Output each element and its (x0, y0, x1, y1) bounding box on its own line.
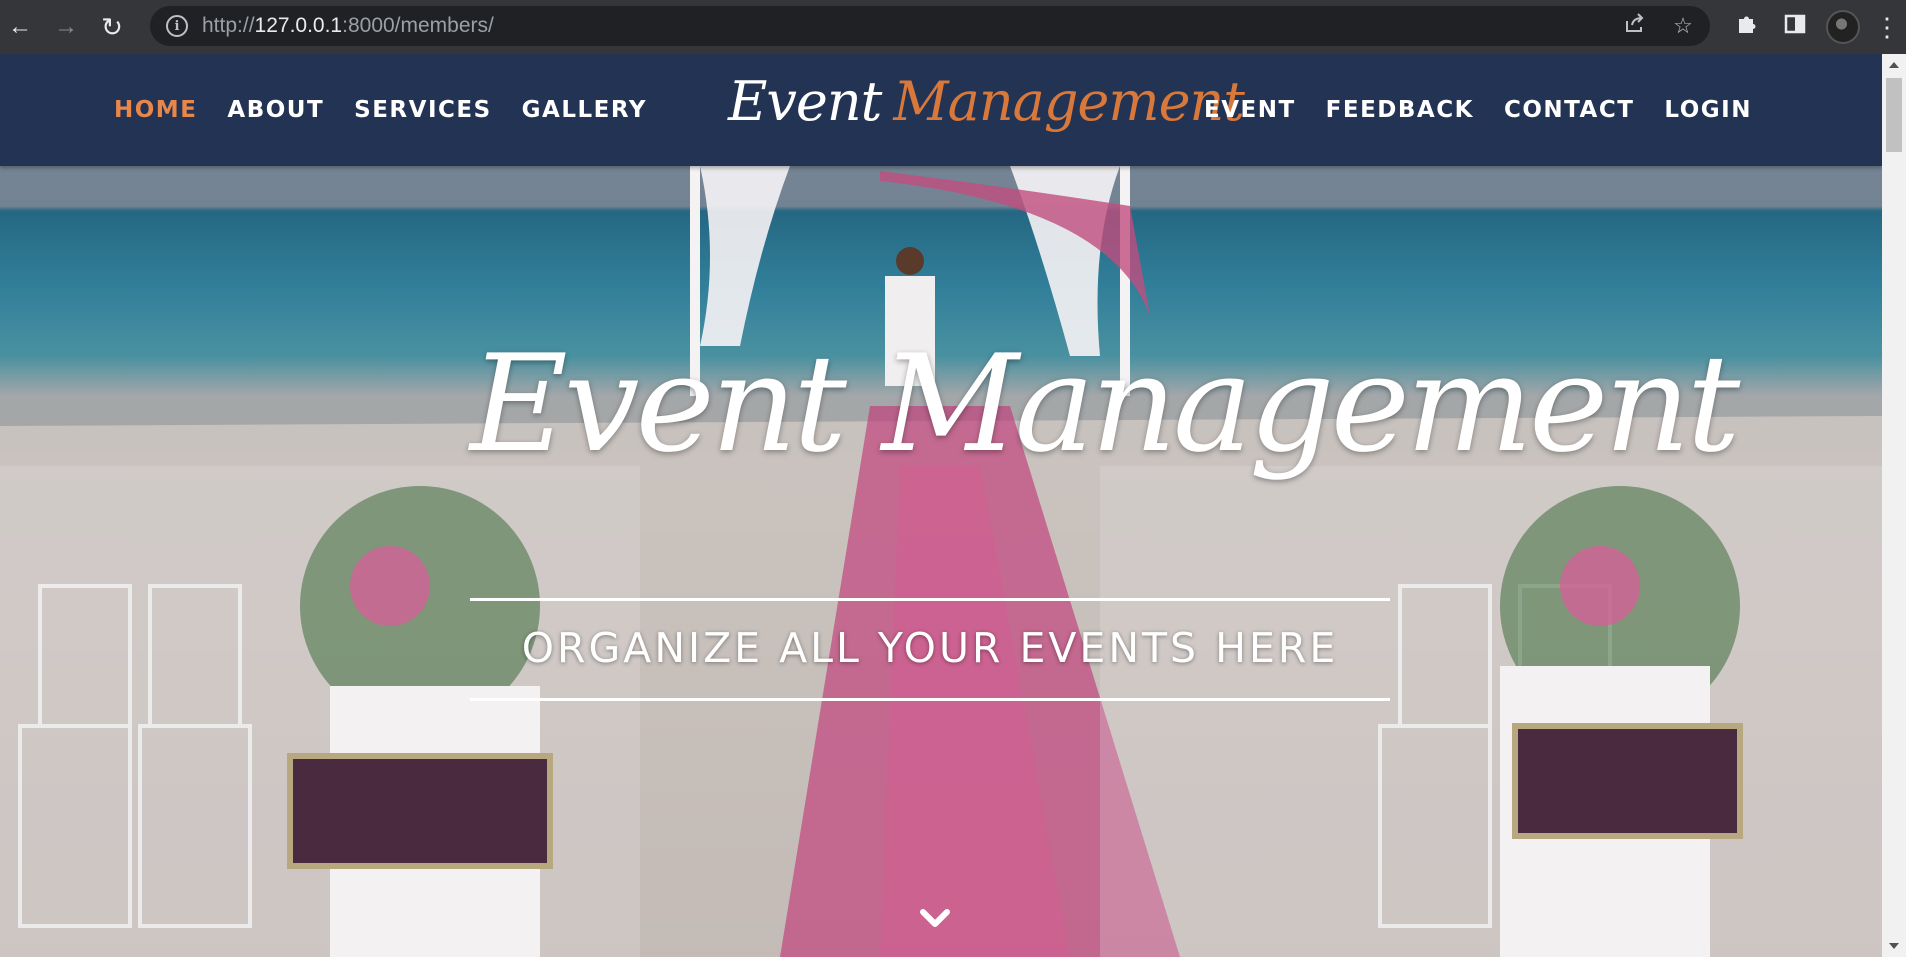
info-icon[interactable]: i (166, 15, 188, 37)
hero-title: Event Management (470, 326, 1740, 482)
url-text[interactable]: http://127.0.0.1:8000/members/ (202, 14, 494, 38)
hero-content: Event Management ORGANIZE ALL YOUR EVENT… (0, 166, 1882, 957)
hero-subtitle: ORGANIZE ALL YOUR EVENTS HERE (521, 624, 1339, 672)
nav-home[interactable]: HOME (114, 97, 197, 123)
side-panel-icon[interactable] (1778, 13, 1812, 42)
hero-divider-bottom (470, 698, 1390, 701)
nav-menu-right: EVENT FEEDBACK CONTACT LOGIN (1204, 54, 1752, 166)
page-scrollbar[interactable] (1882, 54, 1906, 957)
back-arrow-icon[interactable]: ← (0, 7, 40, 47)
url-scheme: http:// (202, 14, 255, 37)
logo-text-event: Event (728, 70, 882, 133)
nav-about[interactable]: ABOUT (227, 97, 324, 123)
scroll-down-icon[interactable] (1889, 943, 1899, 949)
url-path: :8000/members/ (342, 14, 494, 37)
nav-login[interactable]: LOGIN (1664, 97, 1752, 123)
browser-toolbar: ← → ↻ i http://127.0.0.1:8000/members/ ☆… (0, 0, 1906, 54)
hero-banner: Event Management ORGANIZE ALL YOUR EVENT… (0, 166, 1882, 957)
nav-feedback[interactable]: FEEDBACK (1326, 97, 1474, 123)
chevron-down-icon[interactable] (913, 904, 957, 934)
nav-contact[interactable]: CONTACT (1504, 97, 1634, 123)
reload-icon[interactable]: ↻ (92, 7, 132, 47)
share-icon[interactable] (1622, 12, 1648, 40)
site-header: HOME ABOUT SERVICES GALLERY Event Manage… (0, 54, 1882, 166)
forward-arrow-icon[interactable]: → (46, 7, 86, 47)
scroll-thumb[interactable] (1886, 78, 1902, 152)
nav-event[interactable]: EVENT (1204, 97, 1296, 123)
star-icon[interactable]: ☆ (1670, 13, 1696, 39)
puzzle-icon[interactable] (1730, 13, 1764, 42)
profile-avatar[interactable] (1826, 10, 1860, 44)
nav-menu-left: HOME ABOUT SERVICES GALLERY (114, 54, 647, 166)
logo-text-management: Management (893, 70, 1245, 133)
scroll-up-icon[interactable] (1889, 62, 1899, 68)
hero-divider-top (470, 598, 1390, 601)
url-host: 127.0.0.1 (254, 14, 343, 37)
nav-services[interactable]: SERVICES (354, 97, 492, 123)
page-viewport: HOME ABOUT SERVICES GALLERY Event Manage… (0, 54, 1882, 957)
address-bar[interactable]: i http://127.0.0.1:8000/members/ ☆ (150, 6, 1710, 46)
nav-gallery[interactable]: GALLERY (522, 97, 647, 123)
site-logo[interactable]: Event Management (728, 70, 1245, 154)
kebab-menu-icon[interactable]: ⋮ (1874, 14, 1900, 40)
